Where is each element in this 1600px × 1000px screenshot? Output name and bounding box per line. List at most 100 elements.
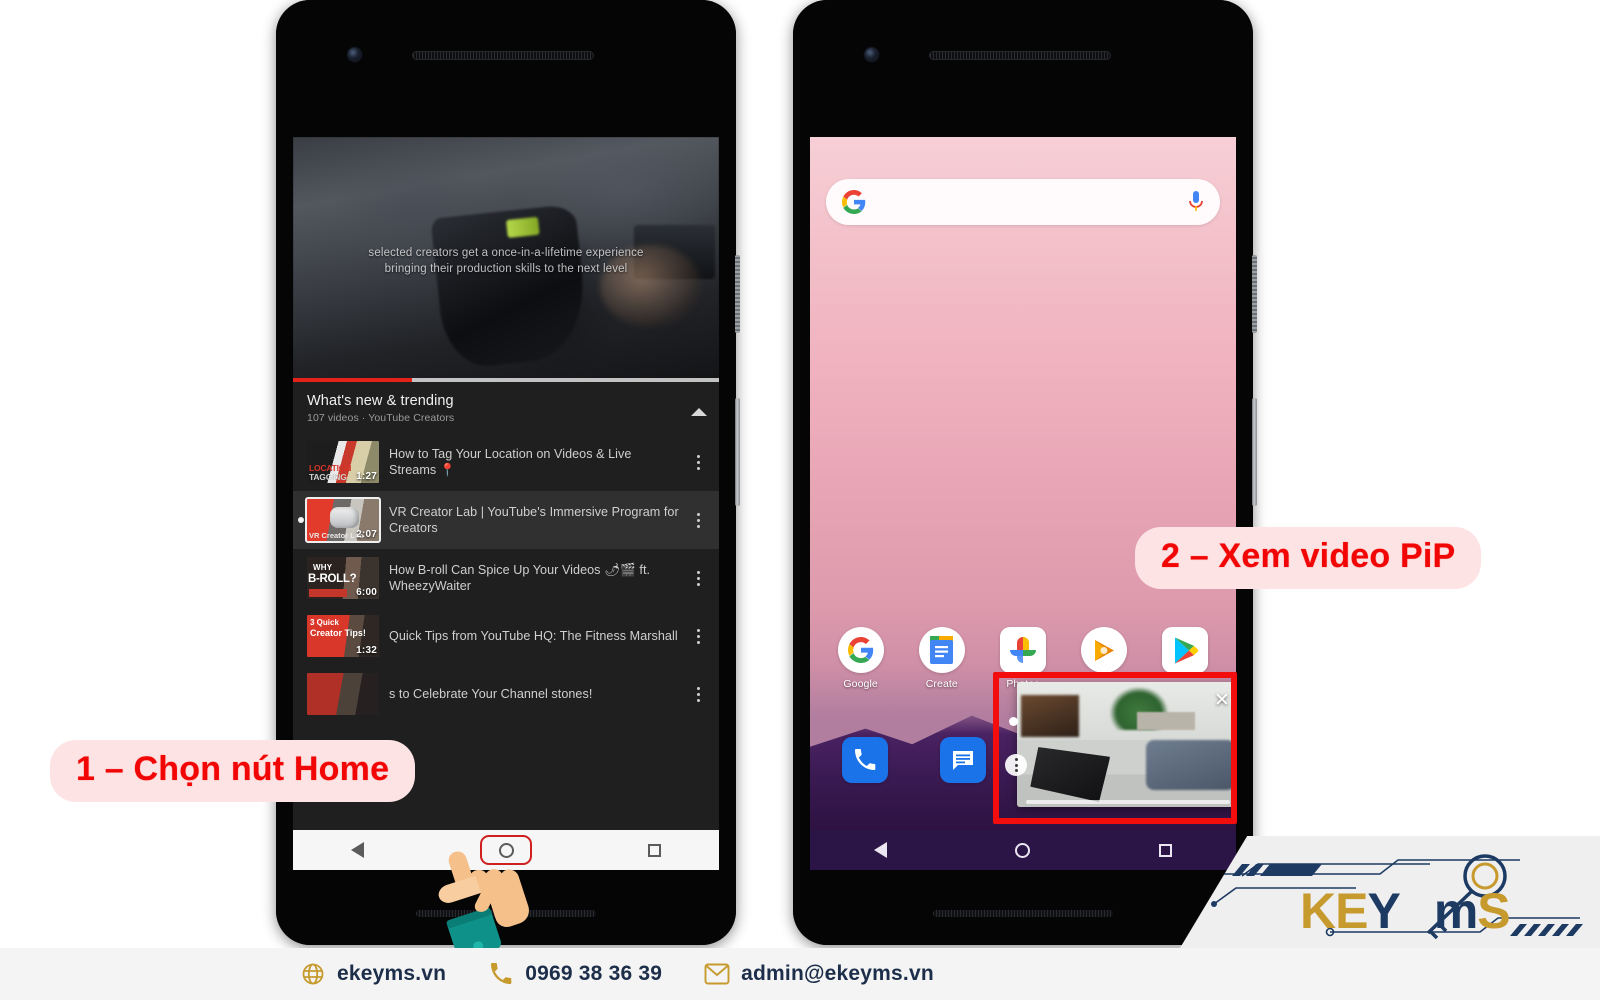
video-title: How B-roll Can Spice Up Your Videos 🌶🎬 f… — [389, 563, 651, 593]
video-caption-line-2: bringing their production skills to the … — [384, 262, 628, 275]
left-phone-body: selected creators get a once-in-a-lifeti… — [276, 0, 736, 945]
phone-icon[interactable] — [842, 737, 888, 783]
app-play-movies[interactable] — [1073, 627, 1135, 690]
table-row[interactable]: VR Creator Lab 2:07 VR Creator Lab | You… — [293, 491, 719, 549]
app-phone[interactable] — [834, 737, 896, 783]
microphone-icon[interactable] — [1188, 191, 1204, 213]
table-row[interactable]: 3 Quick Creator Tips! 1:32 Quick Tips fr… — [293, 607, 719, 665]
video-title: How to Tag Your Location on Videos & Liv… — [389, 447, 632, 477]
contact-footer: ekeyms.vn 0969 38 36 39 admin@ekeyms.vn — [0, 948, 1600, 1000]
right-phone-screen: Google Create ✕ — [810, 137, 1236, 870]
thumbnail-label-top: WHY — [313, 563, 333, 572]
chevron-up-icon[interactable] — [691, 408, 707, 416]
logo-part-2: Y — [1367, 883, 1400, 939]
pip-video-window[interactable]: ✕ — [1017, 682, 1236, 807]
footer-email[interactable]: admin@ekeyms.vn — [704, 961, 934, 987]
video-thumbnail[interactable]: 3 Quick Creator Tips! 1:32 — [307, 615, 379, 657]
playlist-header[interactable]: What's new & trending 107 videos · YouTu… — [293, 382, 719, 433]
app-label: Create — [925, 678, 958, 690]
right-phone-body: Google Create ✕ — [793, 0, 1253, 945]
play-movies-icon[interactable] — [1081, 627, 1128, 673]
video-title: VR Creator Lab | YouTube's Immersive Pro… — [389, 505, 679, 535]
power-button[interactable] — [1252, 255, 1257, 333]
app-label: Google — [843, 678, 878, 690]
logo-part-4: S — [1477, 883, 1510, 939]
video-duration: 2:07 — [356, 529, 377, 540]
power-button[interactable] — [735, 255, 740, 333]
volume-button[interactable] — [735, 398, 740, 506]
video-duration: 1:27 — [356, 471, 377, 482]
left-phone-device: selected creators get a once-in-a-lifeti… — [276, 0, 740, 945]
home-app-row: Google Create — [820, 627, 1226, 690]
more-vertical-icon[interactable] — [689, 570, 707, 586]
google-photos-icon[interactable] — [999, 627, 1046, 673]
volume-button[interactable] — [1252, 398, 1257, 506]
back-triangle-icon[interactable] — [351, 842, 364, 858]
google-g-icon[interactable] — [837, 627, 884, 673]
messages-icon[interactable] — [940, 737, 986, 783]
app-play-store[interactable] — [1154, 627, 1216, 690]
google-docs-icon[interactable] — [918, 627, 965, 673]
callout-step-1-label: 1 – Chọn nút Home — [76, 749, 390, 788]
earpiece-speaker — [412, 51, 594, 60]
video-title: s to Celebrate Your Channel stones! — [389, 687, 593, 701]
playlist-title: What's new & trending — [307, 393, 454, 409]
app-messages[interactable] — [932, 737, 994, 783]
table-row[interactable]: WHY B-ROLL? 6:00 How B-roll Can Spice Up… — [293, 549, 719, 607]
video-duration: 1:32 — [356, 645, 377, 656]
video-duration: 6:00 — [356, 587, 377, 598]
callout-step-1: 1 – Chọn nút Home — [50, 740, 416, 802]
screenshot-root: selected creators get a once-in-a-lifeti… — [0, 0, 1600, 1000]
front-camera-icon — [865, 48, 878, 61]
video-title: Quick Tips from YouTube HQ: The Fitness … — [389, 629, 678, 643]
recents-square-icon[interactable] — [648, 843, 661, 857]
pip-progress-bar — [1025, 800, 1231, 804]
right-phone-navbar — [810, 830, 1236, 870]
pip-handle-dot — [1009, 717, 1018, 726]
pointing-hand-cursor — [438, 851, 529, 960]
play-store-icon[interactable] — [1162, 627, 1209, 673]
google-g-icon — [842, 190, 866, 214]
more-vertical-icon[interactable] — [689, 628, 707, 644]
home-dock-row — [834, 737, 994, 783]
footer-phone-text: 0969 38 36 39 — [525, 962, 663, 985]
home-screen-wallpaper: Google Create ✕ — [810, 137, 1236, 870]
back-triangle-icon[interactable] — [874, 842, 888, 858]
video-caption: selected creators get a once-in-a-lifeti… — [293, 245, 719, 277]
table-row[interactable]: s to Celebrate Your Channel stones! — [293, 665, 719, 723]
video-thumbnail[interactable]: VR Creator Lab 2:07 — [305, 497, 381, 543]
footer-phone[interactable]: 0969 38 36 39 — [488, 961, 662, 987]
phone-icon — [488, 961, 514, 987]
playlist-subtitle: 107 videos · YouTube Creators — [307, 412, 455, 424]
globe-icon — [300, 961, 326, 987]
callout-step-2-label: 2 – Xem video PiP — [1161, 536, 1456, 575]
youtube-video-player[interactable]: selected creators get a once-in-a-lifeti… — [293, 137, 719, 382]
more-vertical-icon[interactable] — [689, 686, 707, 702]
app-create[interactable]: Create — [911, 627, 973, 690]
bottom-grille — [933, 910, 1113, 917]
keyms-logo-badge: KEY mS — [1180, 836, 1600, 948]
more-vertical-icon[interactable] — [689, 512, 707, 528]
close-x-icon[interactable]: ✕ — [1212, 691, 1232, 711]
footer-email-text: admin@ekeyms.vn — [741, 962, 934, 985]
envelope-icon — [704, 961, 730, 987]
recents-square-icon[interactable] — [1158, 843, 1172, 857]
footer-website[interactable]: ekeyms.vn — [300, 961, 446, 987]
app-google[interactable]: Google — [830, 627, 892, 690]
footer-website-text: ekeyms.vn — [337, 962, 447, 985]
more-vertical-icon[interactable] — [1005, 754, 1027, 776]
right-phone-device: Google Create ✕ — [793, 0, 1257, 945]
more-vertical-icon[interactable] — [689, 454, 707, 470]
logo-part-1: KE — [1300, 883, 1368, 939]
thumbnail-label-bottom: B-ROLL? — [308, 573, 357, 585]
home-circle-icon[interactable] — [1015, 842, 1031, 858]
logo-part-3: m — [1433, 883, 1478, 939]
app-photos[interactable]: Photos — [992, 627, 1054, 690]
video-thumbnail[interactable]: 1:27 — [307, 441, 379, 483]
video-thumbnail[interactable] — [307, 673, 379, 715]
google-search-bar[interactable] — [826, 179, 1220, 225]
logo-wordmark: KEY mS — [1300, 883, 1511, 939]
earpiece-speaker — [929, 51, 1111, 60]
video-thumbnail[interactable]: WHY B-ROLL? 6:00 — [307, 557, 379, 599]
table-row[interactable]: 1:27 How to Tag Your Location on Videos … — [293, 433, 719, 491]
